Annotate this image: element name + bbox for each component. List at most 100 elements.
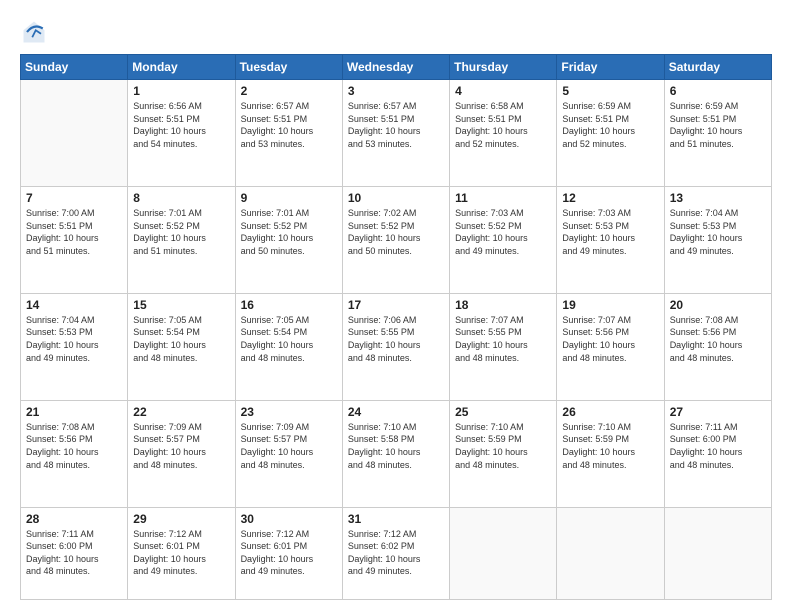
day-cell: 2 Sunrise: 6:57 AM Sunset: 5:51 PM Daylig… <box>235 80 342 187</box>
day-info: Sunrise: 7:05 AM Sunset: 5:54 PM Dayligh… <box>133 314 229 364</box>
day-cell: 16 Sunrise: 7:05 AM Sunset: 5:54 PM Dayli… <box>235 293 342 400</box>
day-cell: 1Sunrise: 6:56 AM Sunset: 5:51 PM Daylig… <box>128 80 235 187</box>
day-number: 7 <box>26 191 122 205</box>
day-info: Sunrise: 6:59 AM Sunset: 5:51 PM Dayligh… <box>562 100 658 150</box>
day-number: 17 <box>348 298 444 312</box>
day-number: 21 <box>26 405 122 419</box>
day-info: Sunrise: 7:04 AM Sunset: 5:53 PM Dayligh… <box>26 314 122 364</box>
day-info: Sunrise: 7:00 AM Sunset: 5:51 PM Dayligh… <box>26 207 122 257</box>
day-cell: 9 Sunrise: 7:01 AM Sunset: 5:52 PM Daylig… <box>235 186 342 293</box>
day-cell: 30 Sunrise: 7:12 AM Sunset: 6:01 PM Dayli… <box>235 507 342 599</box>
day-info: Sunrise: 7:03 AM Sunset: 5:52 PM Dayligh… <box>455 207 551 257</box>
weekday-header-wednesday: Wednesday <box>342 55 449 80</box>
day-number: 8 <box>133 191 229 205</box>
day-cell: 27Sunrise: 7:11 AM Sunset: 6:00 PM Dayli… <box>664 400 771 507</box>
day-cell: 19Sunrise: 7:07 AM Sunset: 5:56 PM Dayli… <box>557 293 664 400</box>
day-info: Sunrise: 7:09 AM Sunset: 5:57 PM Dayligh… <box>133 421 229 471</box>
week-row-1: 1Sunrise: 6:56 AM Sunset: 5:51 PM Daylig… <box>21 80 772 187</box>
day-info: Sunrise: 7:01 AM Sunset: 5:52 PM Dayligh… <box>241 207 337 257</box>
day-info: Sunrise: 7:01 AM Sunset: 5:52 PM Dayligh… <box>133 207 229 257</box>
day-cell: 8 Sunrise: 7:01 AM Sunset: 5:52 PM Daylig… <box>128 186 235 293</box>
day-number: 23 <box>241 405 337 419</box>
page: SundayMondayTuesdayWednesdayThursdayFrid… <box>0 0 792 612</box>
day-number: 16 <box>241 298 337 312</box>
day-info: Sunrise: 7:10 AM Sunset: 5:58 PM Dayligh… <box>348 421 444 471</box>
day-number: 14 <box>26 298 122 312</box>
day-info: Sunrise: 7:10 AM Sunset: 5:59 PM Dayligh… <box>455 421 551 471</box>
logo-icon <box>20 18 48 46</box>
day-info: Sunrise: 6:57 AM Sunset: 5:51 PM Dayligh… <box>241 100 337 150</box>
day-number: 31 <box>348 512 444 526</box>
weekday-header-tuesday: Tuesday <box>235 55 342 80</box>
day-number: 22 <box>133 405 229 419</box>
day-cell: 15 Sunrise: 7:05 AM Sunset: 5:54 PM Dayli… <box>128 293 235 400</box>
day-number: 26 <box>562 405 658 419</box>
day-number: 10 <box>348 191 444 205</box>
week-row-5: 28 Sunrise: 7:11 AM Sunset: 6:00 PM Dayli… <box>21 507 772 599</box>
day-number: 5 <box>562 84 658 98</box>
weekday-header-sunday: Sunday <box>21 55 128 80</box>
day-cell: 4 Sunrise: 6:58 AM Sunset: 5:51 PM Daylig… <box>450 80 557 187</box>
day-number: 15 <box>133 298 229 312</box>
day-info: Sunrise: 7:09 AM Sunset: 5:57 PM Dayligh… <box>241 421 337 471</box>
day-info: Sunrise: 7:10 AM Sunset: 5:59 PM Dayligh… <box>562 421 658 471</box>
day-number: 1 <box>133 84 229 98</box>
day-cell: 20 Sunrise: 7:08 AM Sunset: 5:56 PM Dayli… <box>664 293 771 400</box>
day-info: Sunrise: 7:07 AM Sunset: 5:55 PM Dayligh… <box>455 314 551 364</box>
day-number: 12 <box>562 191 658 205</box>
day-info: Sunrise: 7:12 AM Sunset: 6:02 PM Dayligh… <box>348 528 444 578</box>
weekday-header-saturday: Saturday <box>664 55 771 80</box>
day-info: Sunrise: 7:11 AM Sunset: 6:00 PM Dayligh… <box>26 528 122 578</box>
day-number: 4 <box>455 84 551 98</box>
day-number: 2 <box>241 84 337 98</box>
day-info: Sunrise: 7:05 AM Sunset: 5:54 PM Dayligh… <box>241 314 337 364</box>
day-cell: 10 Sunrise: 7:02 AM Sunset: 5:52 PM Dayli… <box>342 186 449 293</box>
day-info: Sunrise: 7:02 AM Sunset: 5:52 PM Dayligh… <box>348 207 444 257</box>
day-cell: 25 Sunrise: 7:10 AM Sunset: 5:59 PM Dayli… <box>450 400 557 507</box>
day-cell: 22 Sunrise: 7:09 AM Sunset: 5:57 PM Dayli… <box>128 400 235 507</box>
day-number: 20 <box>670 298 766 312</box>
day-cell: 12 Sunrise: 7:03 AM Sunset: 5:53 PM Dayli… <box>557 186 664 293</box>
day-cell: 17Sunrise: 7:06 AM Sunset: 5:55 PM Dayli… <box>342 293 449 400</box>
day-info: Sunrise: 6:57 AM Sunset: 5:51 PM Dayligh… <box>348 100 444 150</box>
logo <box>20 18 52 46</box>
day-number: 28 <box>26 512 122 526</box>
day-cell: 31 Sunrise: 7:12 AM Sunset: 6:02 PM Dayli… <box>342 507 449 599</box>
day-cell: 6 Sunrise: 6:59 AM Sunset: 5:51 PM Daylig… <box>664 80 771 187</box>
day-cell: 5 Sunrise: 6:59 AM Sunset: 5:51 PM Daylig… <box>557 80 664 187</box>
day-info: Sunrise: 7:12 AM Sunset: 6:01 PM Dayligh… <box>241 528 337 578</box>
day-number: 30 <box>241 512 337 526</box>
weekday-header-thursday: Thursday <box>450 55 557 80</box>
day-cell: 28 Sunrise: 7:11 AM Sunset: 6:00 PM Dayli… <box>21 507 128 599</box>
day-cell: 23 Sunrise: 7:09 AM Sunset: 5:57 PM Dayli… <box>235 400 342 507</box>
day-number: 11 <box>455 191 551 205</box>
weekday-header-row: SundayMondayTuesdayWednesdayThursdayFrid… <box>21 55 772 80</box>
day-number: 19 <box>562 298 658 312</box>
day-cell: 14 Sunrise: 7:04 AM Sunset: 5:53 PM Dayli… <box>21 293 128 400</box>
day-cell: 21Sunrise: 7:08 AM Sunset: 5:56 PM Dayli… <box>21 400 128 507</box>
day-cell: 11 Sunrise: 7:03 AM Sunset: 5:52 PM Dayli… <box>450 186 557 293</box>
day-info: Sunrise: 6:59 AM Sunset: 5:51 PM Dayligh… <box>670 100 766 150</box>
calendar-table: SundayMondayTuesdayWednesdayThursdayFrid… <box>20 54 772 600</box>
day-number: 25 <box>455 405 551 419</box>
day-cell <box>450 507 557 599</box>
day-cell <box>557 507 664 599</box>
day-number: 24 <box>348 405 444 419</box>
weekday-header-monday: Monday <box>128 55 235 80</box>
day-cell: 26 Sunrise: 7:10 AM Sunset: 5:59 PM Dayli… <box>557 400 664 507</box>
day-number: 13 <box>670 191 766 205</box>
day-cell: 7 Sunrise: 7:00 AM Sunset: 5:51 PM Daylig… <box>21 186 128 293</box>
day-number: 9 <box>241 191 337 205</box>
day-info: Sunrise: 7:04 AM Sunset: 5:53 PM Dayligh… <box>670 207 766 257</box>
day-info: Sunrise: 6:58 AM Sunset: 5:51 PM Dayligh… <box>455 100 551 150</box>
day-cell: 18Sunrise: 7:07 AM Sunset: 5:55 PM Dayli… <box>450 293 557 400</box>
day-info: Sunrise: 7:03 AM Sunset: 5:53 PM Dayligh… <box>562 207 658 257</box>
day-number: 3 <box>348 84 444 98</box>
day-number: 27 <box>670 405 766 419</box>
day-number: 6 <box>670 84 766 98</box>
day-number: 29 <box>133 512 229 526</box>
week-row-3: 14 Sunrise: 7:04 AM Sunset: 5:53 PM Dayli… <box>21 293 772 400</box>
day-cell: 24 Sunrise: 7:10 AM Sunset: 5:58 PM Dayli… <box>342 400 449 507</box>
day-info: Sunrise: 7:08 AM Sunset: 5:56 PM Dayligh… <box>670 314 766 364</box>
week-row-2: 7 Sunrise: 7:00 AM Sunset: 5:51 PM Daylig… <box>21 186 772 293</box>
